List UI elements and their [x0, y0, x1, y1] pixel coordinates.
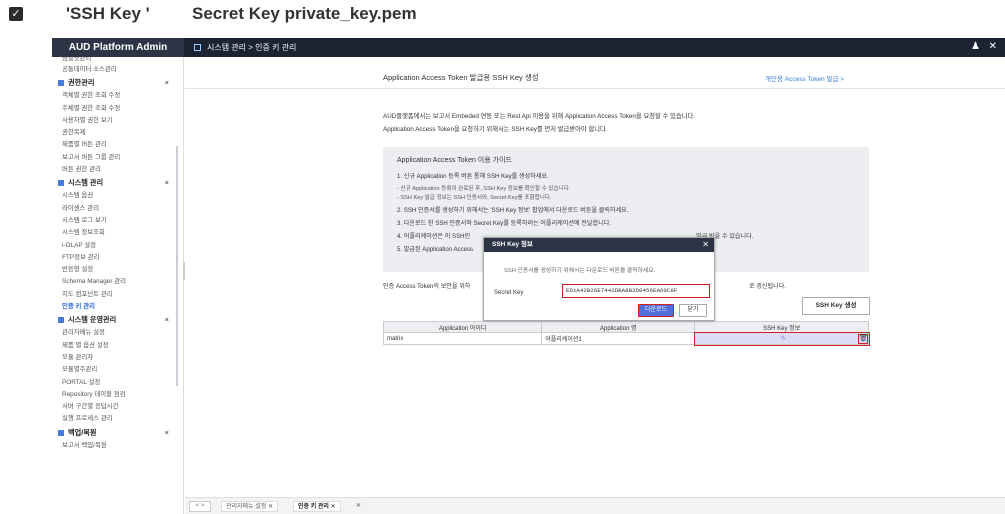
personal-token-link[interactable]: 개인용 Access Token 발급 > — [765, 73, 844, 83]
sidebar-item[interactable]: 시스템 정보조회 — [52, 227, 183, 239]
group-icon — [58, 429, 64, 436]
top-bar: AUD Platform Admin 시스템 관리 > 인증 키 관리 ♟ ✕ — [52, 38, 1005, 57]
sidebar-item[interactable]: 제품 별 옵션 설정 — [52, 340, 183, 352]
guide-title: Application Access Token 이용 가이드 — [397, 157, 512, 164]
caption-bar: ✓ 'SSH Key ' Secret Key private_key.pem — [0, 0, 1005, 34]
caption-secret-key: Secret Key private_key.pem — [192, 4, 417, 23]
table-row[interactable]: matrix 어플리케이션1 ✎ — [382, 331, 870, 346]
sidebar-item[interactable]: FTP정보 관리 — [52, 252, 183, 264]
sidebar-item[interactable]: 관리자메뉴 설정 — [52, 327, 183, 339]
sidebar-item[interactable]: 시스템 옵션 — [52, 190, 183, 202]
download-button[interactable]: 다운로드 — [638, 304, 674, 317]
sidebar-item[interactable]: Schema Manager 관리 — [52, 276, 183, 288]
sidebar-item[interactable]: 서버 구간별 응답시간 — [52, 401, 183, 413]
tab-nav-arrows[interactable]: < > — [189, 501, 211, 512]
sidebar-item[interactable]: Repository 테이블 점검 — [52, 389, 183, 401]
tab-close-all[interactable]: ✕ — [352, 501, 365, 512]
close-button[interactable]: 닫기 — [679, 304, 707, 317]
column-header[interactable]: Application 명 — [541, 321, 696, 333]
sidebar-item[interactable]: 사용자별 권한 보기 — [52, 115, 183, 127]
edit-icon[interactable]: ✎ — [781, 336, 786, 342]
description-line-1: AUD플랫폼에서는 보고서 Embeded 연동 또는 Rest Api 이용을… — [383, 113, 696, 120]
token-note-tail: 로 갱신됩니다. — [749, 283, 787, 290]
sidebar-item[interactable]: 시스템 로그 보기 — [52, 215, 183, 227]
menu-icon — [194, 44, 201, 51]
sidebar-item[interactable]: 모듈별주관리 — [52, 364, 183, 376]
collapse-icon[interactable]: × — [165, 176, 169, 190]
secret-key-field[interactable]: ED1A42B26E7442DBA8B2D0456EA60C8F — [562, 284, 710, 298]
page-title: Application Access Token 발급용 SSH Key 생성 — [383, 73, 539, 82]
collapse-icon[interactable]: × — [165, 313, 169, 327]
breadcrumb: 시스템 관리 > 인증 키 관리 — [207, 43, 297, 52]
sidebar-item[interactable]: i-OLAP 설정 — [52, 240, 183, 252]
sidebar-item[interactable]: 반응형 설정 — [52, 264, 183, 276]
sidebar-item[interactable]: 라이센스 관리 — [52, 203, 183, 215]
sidebar-item[interactable]: 객체별 권한 조회 수정 — [52, 90, 183, 102]
brand-title[interactable]: AUD Platform Admin — [52, 38, 184, 57]
sidebar-item[interactable]: 제품별 버튼 관리 — [52, 139, 183, 151]
user-icon[interactable]: ♟ — [971, 41, 980, 52]
tab-admin-menu[interactable]: 관리자메뉴 설정 ✕ — [221, 501, 279, 512]
sidebar-group-permission[interactable]: 권한관리 × — [52, 76, 183, 90]
group-icon — [58, 80, 64, 87]
sidebar-item[interactable]: 권한복제 — [52, 127, 183, 139]
sidebar-item-auth-key[interactable]: 인증 키 관리 — [52, 301, 183, 313]
caption-ssh-key: 'SSH Key ' — [66, 4, 150, 23]
sidebar-group-system[interactable]: 시스템 관리 × — [52, 176, 183, 190]
guide-step: 1. 신규 Application 등록 버튼 통해 SSH Key를 생성하세… — [397, 173, 549, 180]
modal-title: SSH Key 정보 — [492, 241, 533, 248]
ssh-key-info-cell[interactable]: ✎ — [693, 331, 870, 346]
sidebar-item[interactable]: 주체별 권한 조회 수정 — [52, 103, 183, 115]
sidebar-item[interactable]: 모듈 관리자 — [52, 352, 183, 364]
modal-info-text: SSH 인증서를 생성하기 위해서는 다운로드 버튼을 클릭하세요. — [504, 268, 656, 274]
app-id-cell: matrix — [382, 332, 543, 345]
sidebar-item[interactable]: 공통데이터 소스관리 — [52, 64, 183, 76]
sidebar-group-backup[interactable]: 백업/복원 × — [52, 426, 183, 440]
checkbox-icon[interactable]: ✓ — [9, 7, 23, 21]
sidebar-group-operations[interactable]: 시스템 운영관리 × — [52, 313, 183, 327]
ssh-key-generate-button[interactable]: SSH Key 생성 — [802, 297, 870, 315]
app-name-cell: 어플리케이션1 — [541, 332, 696, 345]
sidebar-item[interactable]: 템플릿관리 — [52, 57, 183, 64]
close-icon[interactable]: ✕ — [989, 41, 997, 52]
collapse-icon[interactable]: × — [165, 426, 169, 440]
guide-step: 3. 다운로드 한 SSH 인증서와 Secret Key를 등록하려는 어플리… — [397, 220, 612, 227]
ssh-key-info-modal: SSH Key 정보 ✕ SSH 인증서를 생성하기 위해서는 다운로드 버튼을… — [483, 237, 715, 321]
sidebar-item[interactable]: 지도 컴포넌트 관리 — [52, 289, 183, 301]
guide-note: - 신규 Application 등록이 완료된 후, SSH Key 정보를 … — [397, 186, 571, 192]
tab-auth-key[interactable]: 인증 키 관리 ✕ — [293, 501, 341, 512]
group-icon — [58, 180, 64, 187]
trash-icon[interactable]: 🗑 — [858, 334, 868, 344]
description-line-2: Application Access Token을 요청하기 위해서는 SSH … — [383, 126, 608, 133]
application-table: Application 아이디 Application 명 SSH Key 정보… — [382, 321, 870, 346]
sidebar-item[interactable]: 보고서 버튼 그룹 관리 — [52, 152, 183, 164]
tab-bar: < > 관리자메뉴 설정 ✕ 인증 키 관리 ✕ ✕ — [185, 497, 1005, 514]
guide-note: - SSH Key 발급 정보는 SSH 인증서와, Secret Key를 포… — [397, 195, 552, 201]
column-header[interactable]: Application 아이디 — [382, 321, 543, 333]
sidebar-item[interactable]: 실행 프로세스 관리 — [52, 413, 183, 425]
sidebar-item[interactable]: 버튼 권한 관리 — [52, 164, 183, 176]
close-icon[interactable]: ✕ — [268, 504, 273, 510]
group-icon — [58, 317, 64, 324]
close-icon[interactable]: ✕ — [702, 238, 709, 252]
column-header[interactable]: SSH Key 정보 — [694, 321, 869, 333]
sidebar: 템플릿관리 공통데이터 소스관리 권한관리 × 객체별 권한 조회 수정 주체별 … — [52, 57, 184, 514]
sidebar-item[interactable]: 보고서 백업/복원 — [52, 440, 183, 452]
close-icon[interactable]: ✕ — [331, 504, 336, 510]
page-header: Application Access Token 발급용 SSH Key 생성 … — [185, 65, 1005, 89]
collapse-icon[interactable]: × — [165, 76, 169, 90]
guide-step: 2. SSH 인증서를 생성하기 위해서는 'SSH Key 정보' 팝업에서 … — [397, 207, 629, 214]
token-note: 인증 Access Token의 보안을 위하 — [383, 283, 471, 290]
modal-header: SSH Key 정보 ✕ — [484, 238, 714, 252]
secret-key-label: Secret Key — [494, 290, 524, 296]
sidebar-item[interactable]: PORTAL 설정 — [52, 377, 183, 389]
sidebar-scrollbar[interactable] — [176, 146, 178, 386]
